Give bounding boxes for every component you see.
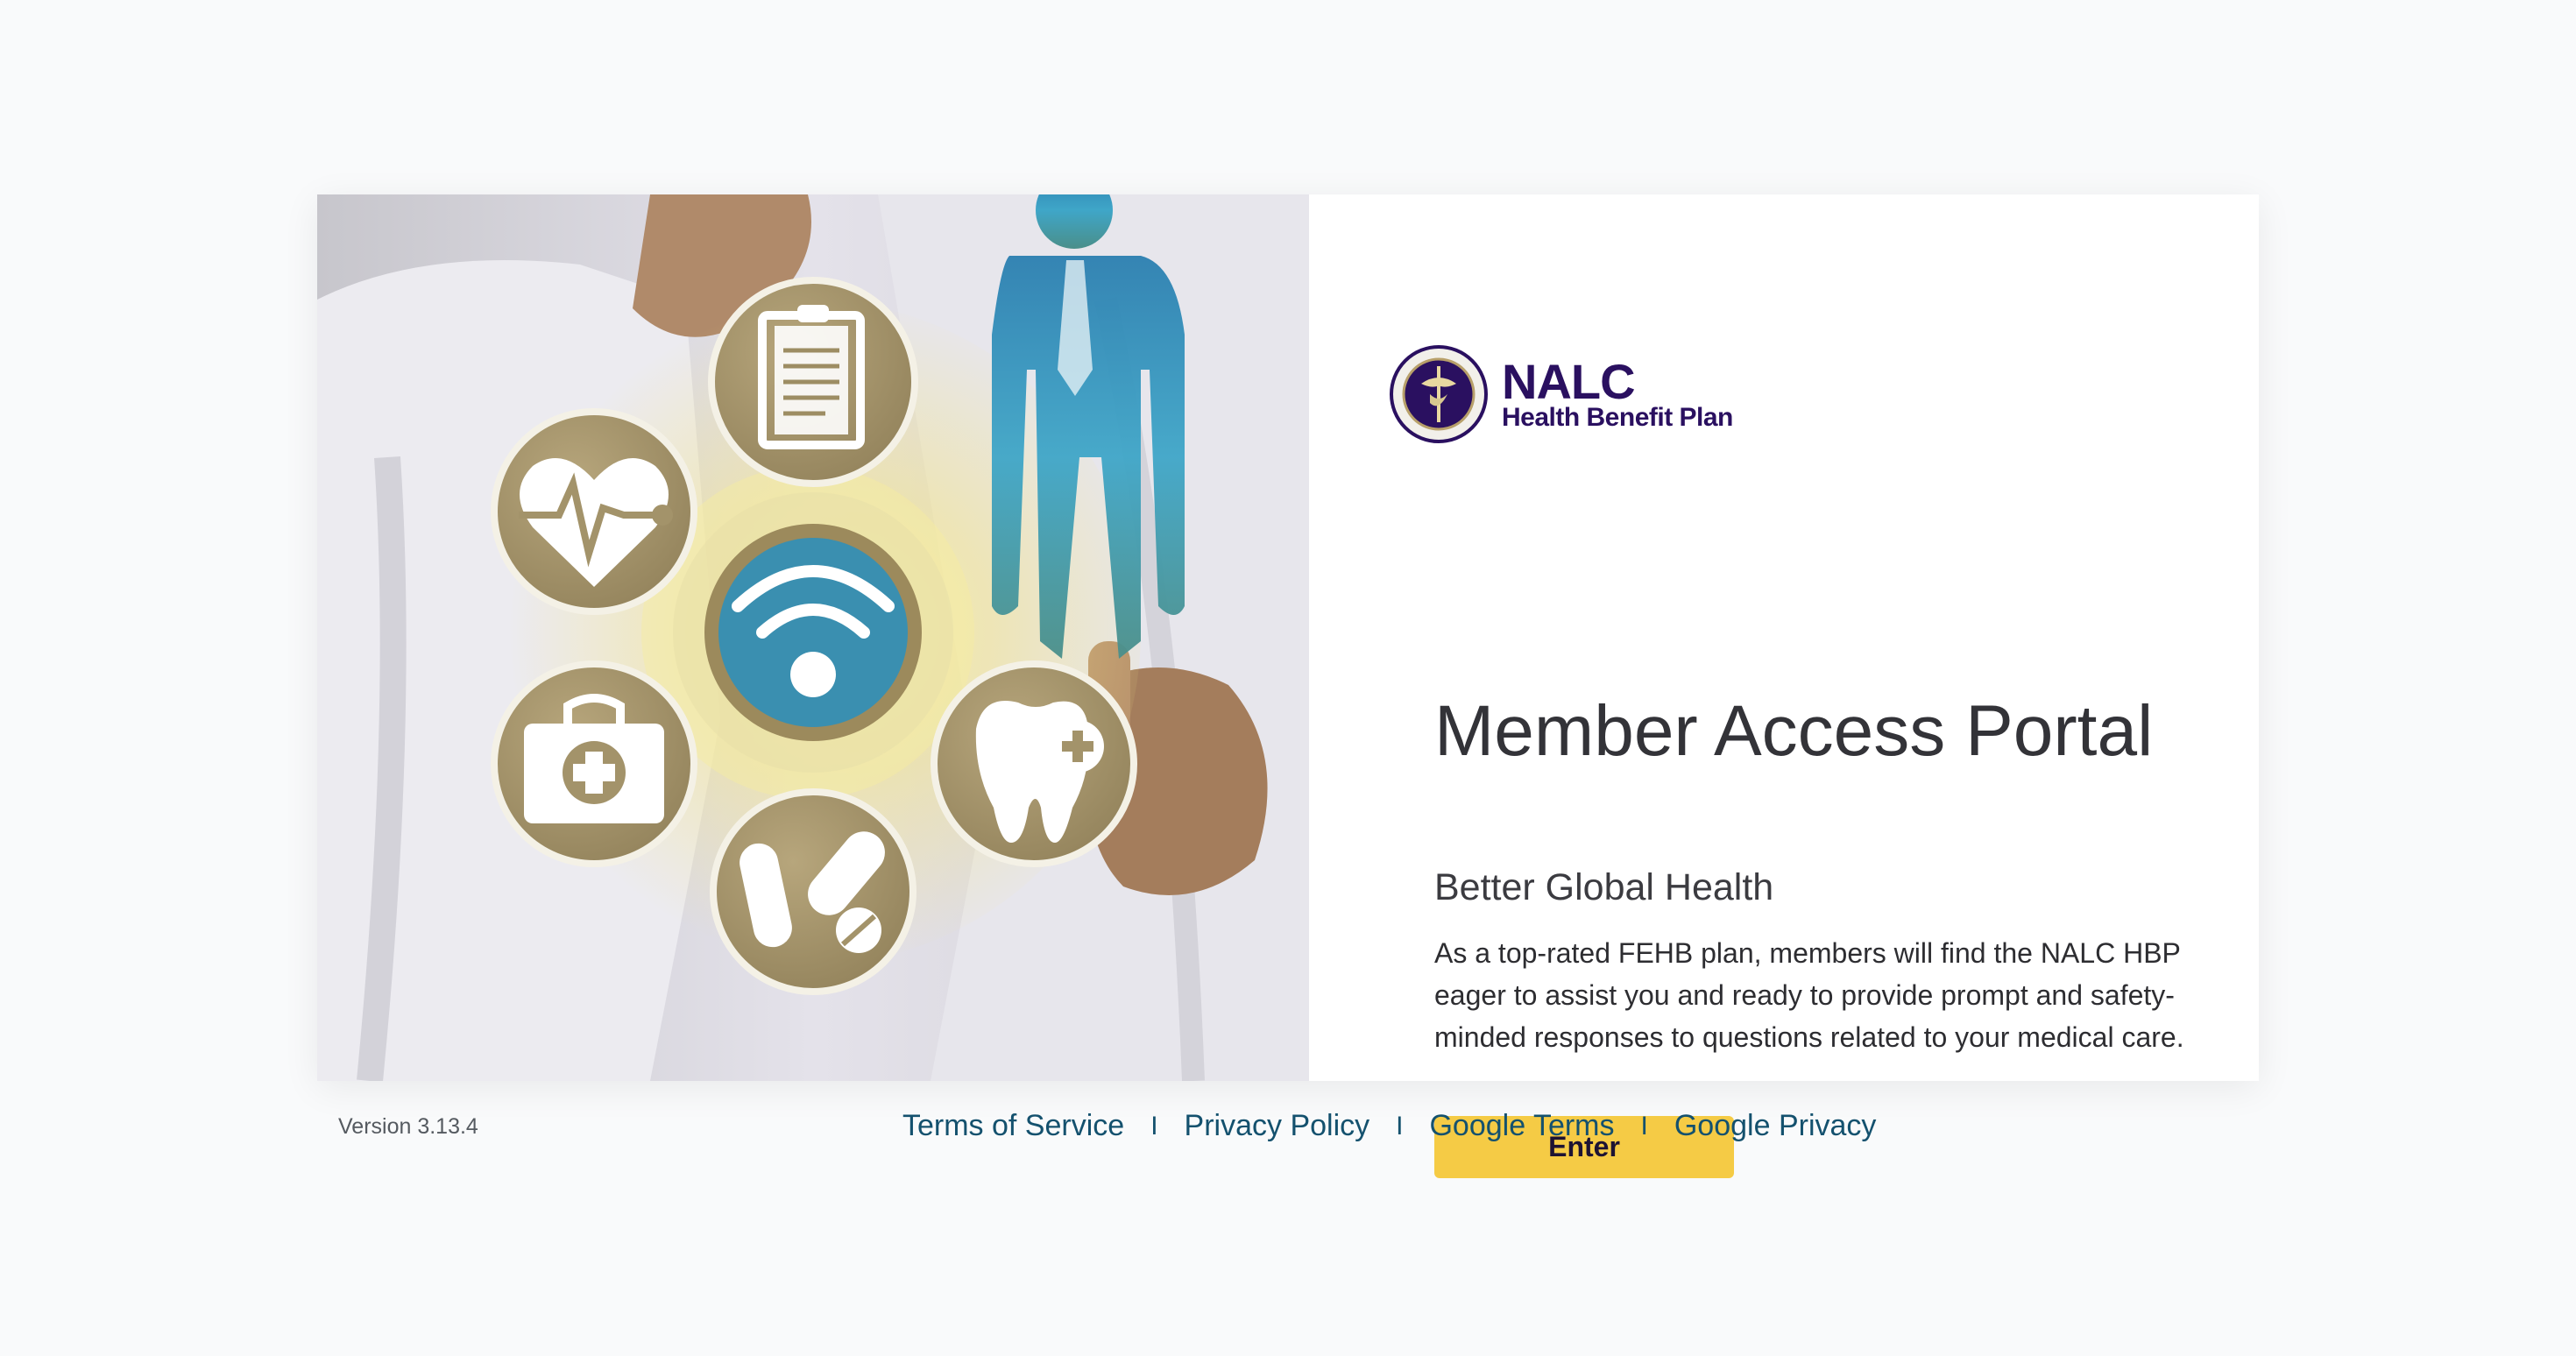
description-text: As a top-rated FEHB plan, members will f… — [1434, 937, 2184, 1053]
tooth-icon — [931, 660, 1137, 867]
clipboard-icon — [708, 277, 918, 487]
nalc-logo: NALC Health Benefit Plan — [1390, 345, 1733, 443]
privacy-policy-link[interactable]: Privacy Policy — [1185, 1109, 1370, 1143]
wifi-icon — [673, 492, 953, 773]
pills-icon — [710, 788, 916, 995]
footer-links: Terms of Service I Privacy Policy I Goog… — [902, 1109, 1876, 1143]
content-panel: NALC Health Benefit Plan Member Access P… — [1309, 194, 2259, 1178]
google-privacy-link[interactable]: Google Privacy — [1674, 1109, 1877, 1143]
login-card: NALC Health Benefit Plan Member Access P… — [317, 194, 2259, 1178]
section-subtitle: Better Global Health — [1434, 866, 1774, 908]
logo-name: NALC — [1502, 354, 1636, 409]
logo-subtitle: Health Benefit Plan — [1502, 403, 1733, 432]
terms-of-service-link[interactable]: Terms of Service — [902, 1109, 1124, 1143]
page-title: Member Access Portal — [1434, 691, 2154, 771]
page: NALC Health Benefit Plan Member Access P… — [0, 0, 2576, 1356]
heart-pulse-icon — [491, 408, 697, 615]
version-label: Version 3.13.4 — [338, 1114, 478, 1139]
footer-separator: I — [1150, 1111, 1158, 1141]
hero-image — [317, 194, 1309, 1081]
first-aid-kit-icon — [491, 660, 697, 867]
seal-icon — [1390, 345, 1488, 443]
footer-separator: I — [1640, 1111, 1648, 1141]
google-terms-link[interactable]: Google Terms — [1429, 1109, 1614, 1143]
footer-separator: I — [1396, 1111, 1404, 1141]
